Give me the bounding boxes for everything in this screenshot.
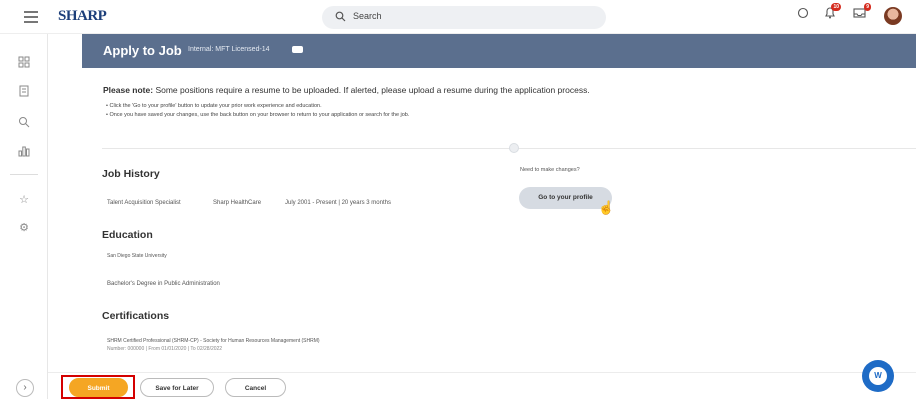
submit-highlight <box>61 375 135 399</box>
note-bullets: • Click the 'Go to your profile' button … <box>106 103 410 118</box>
note-bullet: Once you have saved your changes, use th… <box>109 112 410 118</box>
education-school: San Diego State University <box>107 253 167 259</box>
settings-gear-icon[interactable]: ⚙ <box>18 222 30 234</box>
apps-grid-icon[interactable] <box>18 56 30 68</box>
org-chart-icon[interactable] <box>18 145 30 157</box>
hamburger-menu-icon[interactable] <box>24 11 38 23</box>
note-text: Some positions require a resume to be up… <box>153 85 590 95</box>
job-title: Talent Acquisition Specialist <box>107 200 181 206</box>
top-bar: SHARP Search 10 9 <box>0 0 916 34</box>
notifications-icon[interactable]: 10 <box>824 3 841 24</box>
inbox-icon[interactable]: 9 <box>853 3 871 24</box>
cancel-button[interactable]: Cancel <box>225 378 286 397</box>
help-assistant-button[interactable]: W <box>862 360 894 392</box>
logo[interactable]: SHARP <box>58 8 107 25</box>
save-for-later-button[interactable]: Save for Later <box>140 378 214 397</box>
notifications-badge: 10 <box>831 3 841 11</box>
certifications-heading: Certifications <box>102 310 170 322</box>
inbox-badge: 9 <box>864 3 871 11</box>
search-placeholder: Search <box>353 11 382 21</box>
note-lead: Please note: <box>103 85 154 95</box>
job-company: Sharp HealthCare <box>213 200 262 206</box>
page-subtitle: Internal: MFT Licensed-14 <box>188 46 270 53</box>
education-heading: Education <box>102 229 153 241</box>
star-icon[interactable]: ☆ <box>18 194 30 206</box>
education-degree: Bachelor's Degree in Public Administrati… <box>107 281 220 287</box>
expand-sidebar-chevron-icon[interactable]: › <box>16 379 34 397</box>
search-icon <box>335 11 346 22</box>
certification-name: SHRM Certified Professional (SHRM-CP) - … <box>107 338 320 344</box>
avatar[interactable] <box>884 7 902 25</box>
note-bullet: Click the 'Go to your profile' button to… <box>109 103 322 109</box>
page-header: Apply to Job Internal: MFT Licensed-14 <box>82 34 916 68</box>
assistant-icon: W <box>869 367 887 385</box>
page-title: Apply to Job <box>103 43 182 58</box>
document-icon[interactable] <box>18 85 30 97</box>
please-note: Please note: Some positions require a re… <box>103 85 590 95</box>
search-input[interactable]: Search <box>322 6 606 29</box>
job-history-heading: Job History <box>102 168 160 180</box>
search-nav-icon[interactable] <box>18 116 30 128</box>
certification-details: Number: 000000 | From 01/01/2020 | To 02… <box>107 346 223 352</box>
section-marker-icon <box>509 143 519 153</box>
chat-icon[interactable] <box>797 6 809 24</box>
need-changes-label: Need to make changes? <box>520 167 580 173</box>
sidebar-divider <box>10 174 38 175</box>
job-dates: July 2001 - Present | 20 years 3 months <box>285 200 391 206</box>
hand-cursor-icon: ☝ <box>598 200 615 215</box>
related-actions-icon[interactable] <box>292 46 303 53</box>
sidebar: ☆ ⚙ <box>0 34 48 399</box>
